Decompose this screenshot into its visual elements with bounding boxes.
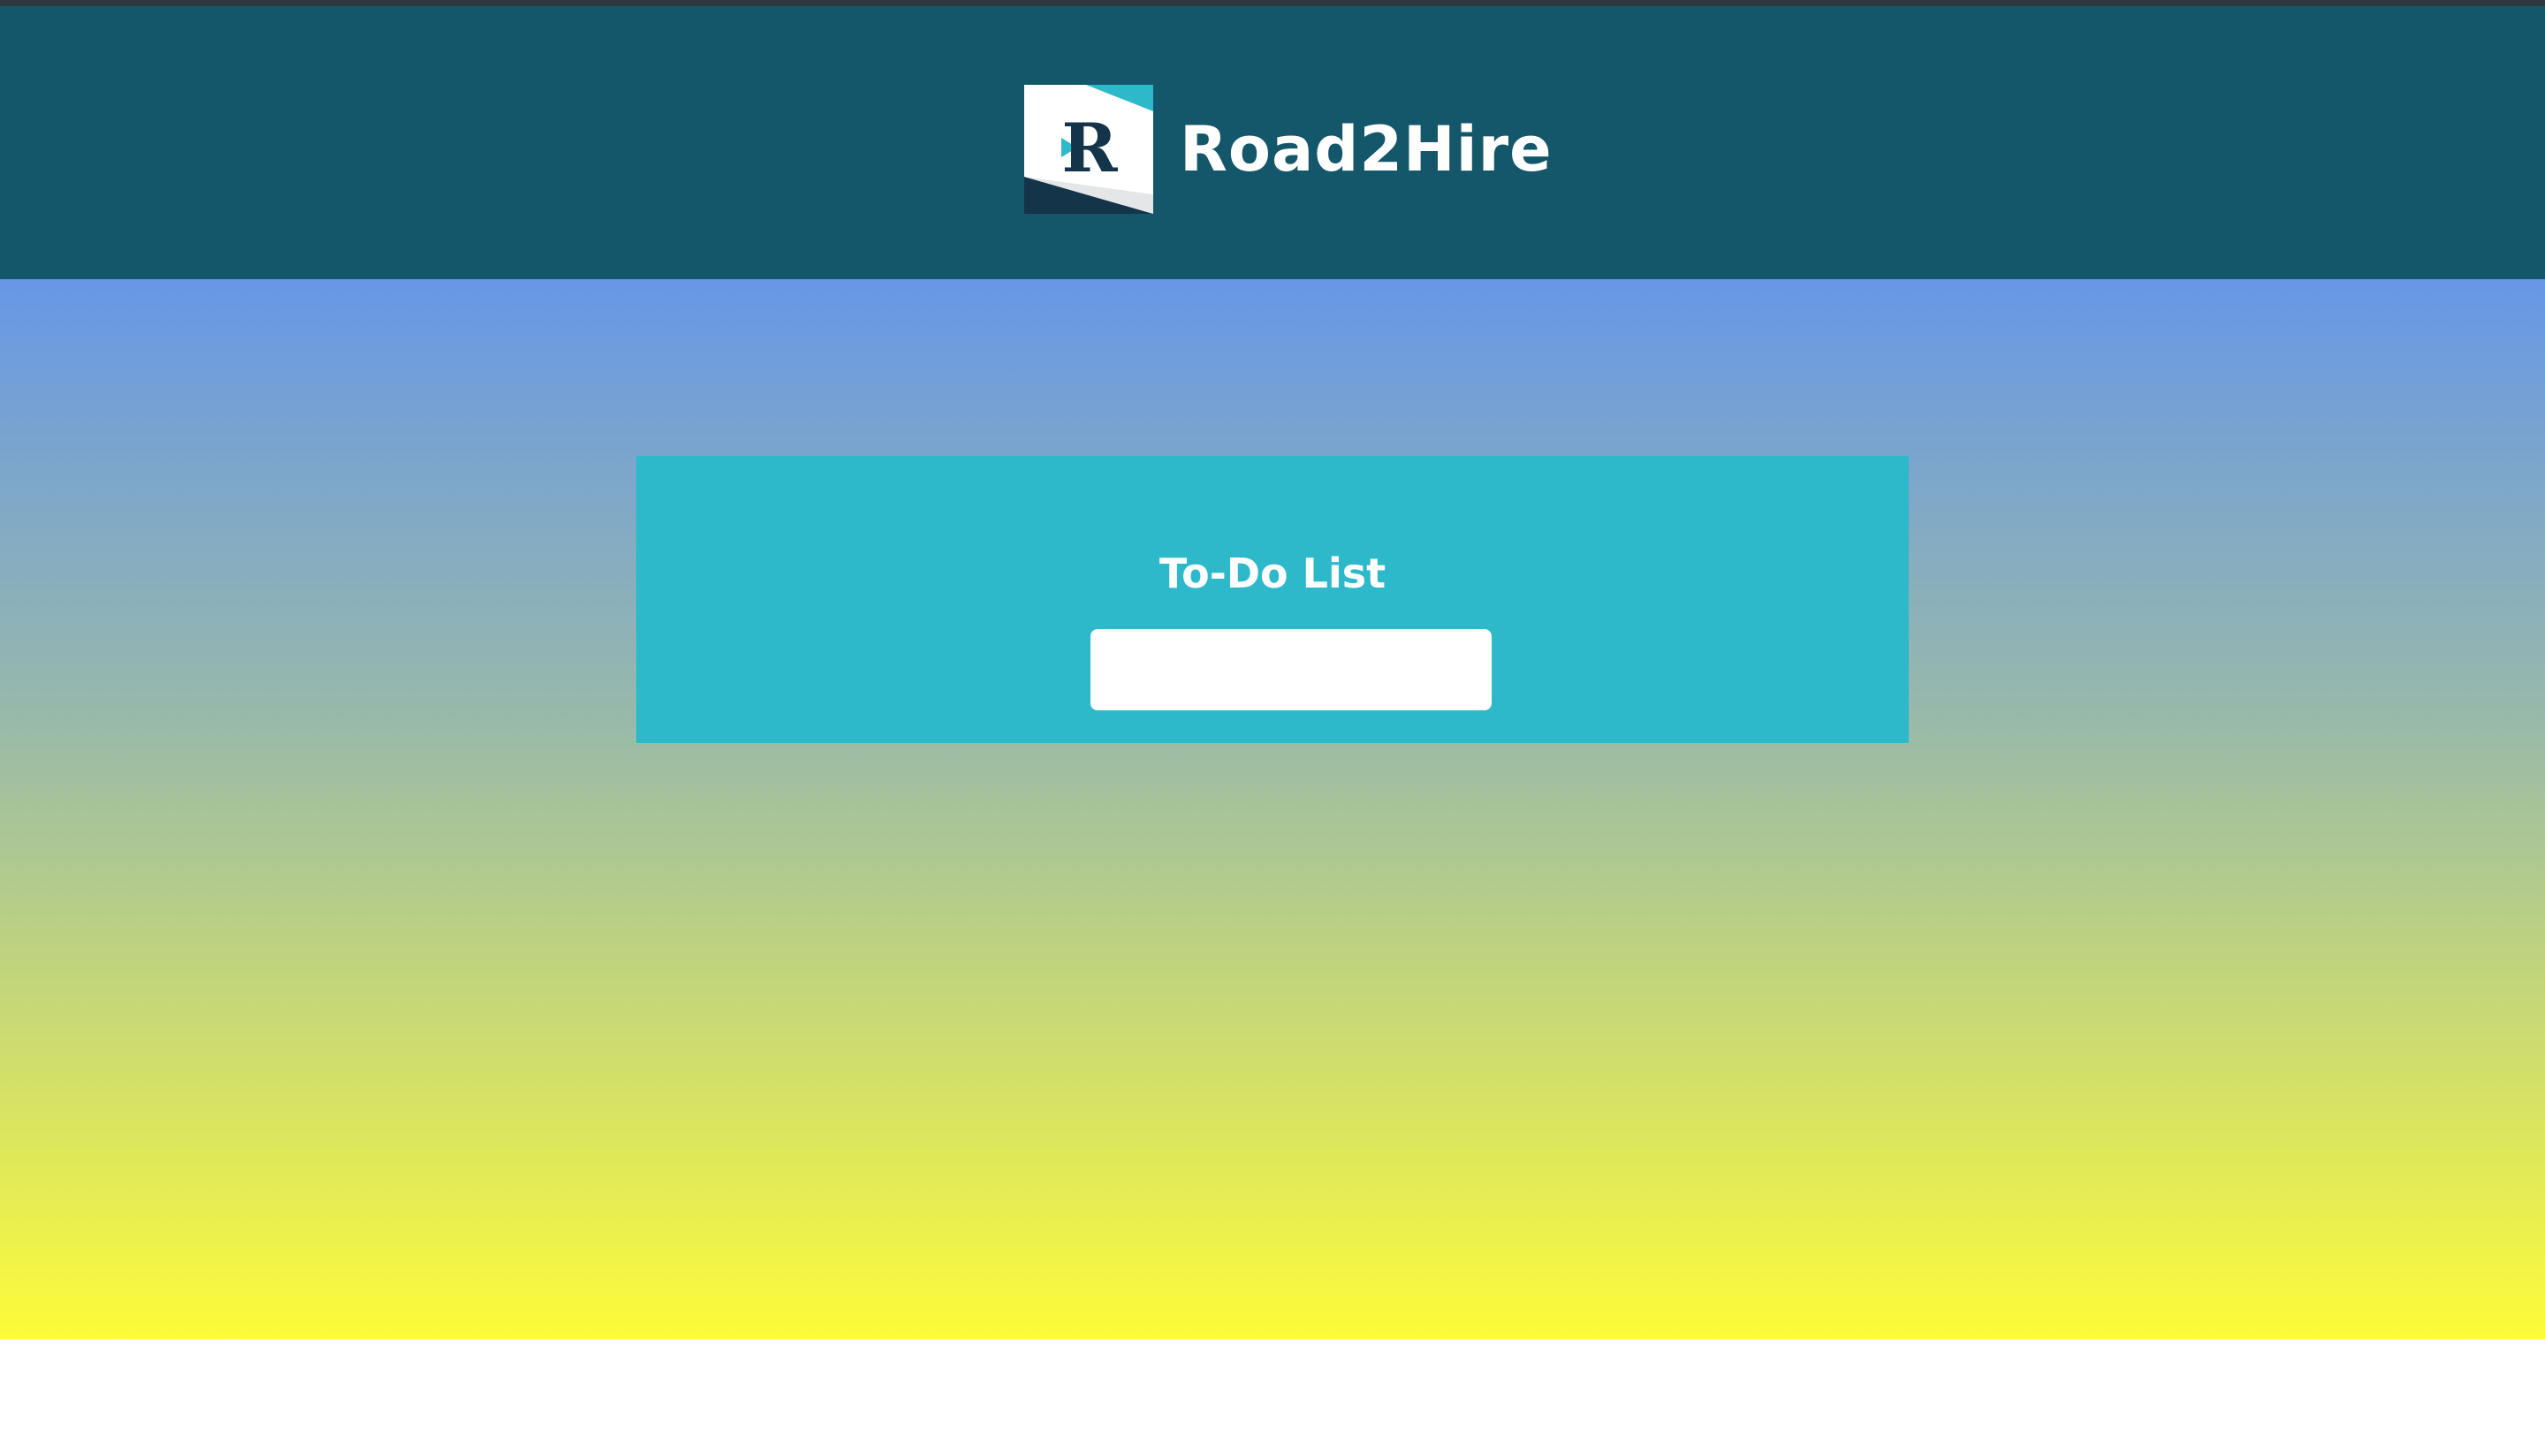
logo-letter: R — [1061, 109, 1118, 187]
todo-input[interactable] — [1090, 629, 1492, 710]
window-top-strip — [0, 0, 2545, 6]
site-header: R Road2Hire — [0, 6, 2545, 279]
brand-name: Road2Hire — [1180, 113, 1553, 186]
hero-gradient-background — [0, 279, 2545, 1339]
brand[interactable]: R Road2Hire — [1024, 85, 1553, 214]
todo-card: To-Do List — [636, 456, 1909, 743]
todo-title: To-Do List — [1159, 550, 1386, 597]
road2hire-logo-icon: R — [1024, 85, 1153, 214]
